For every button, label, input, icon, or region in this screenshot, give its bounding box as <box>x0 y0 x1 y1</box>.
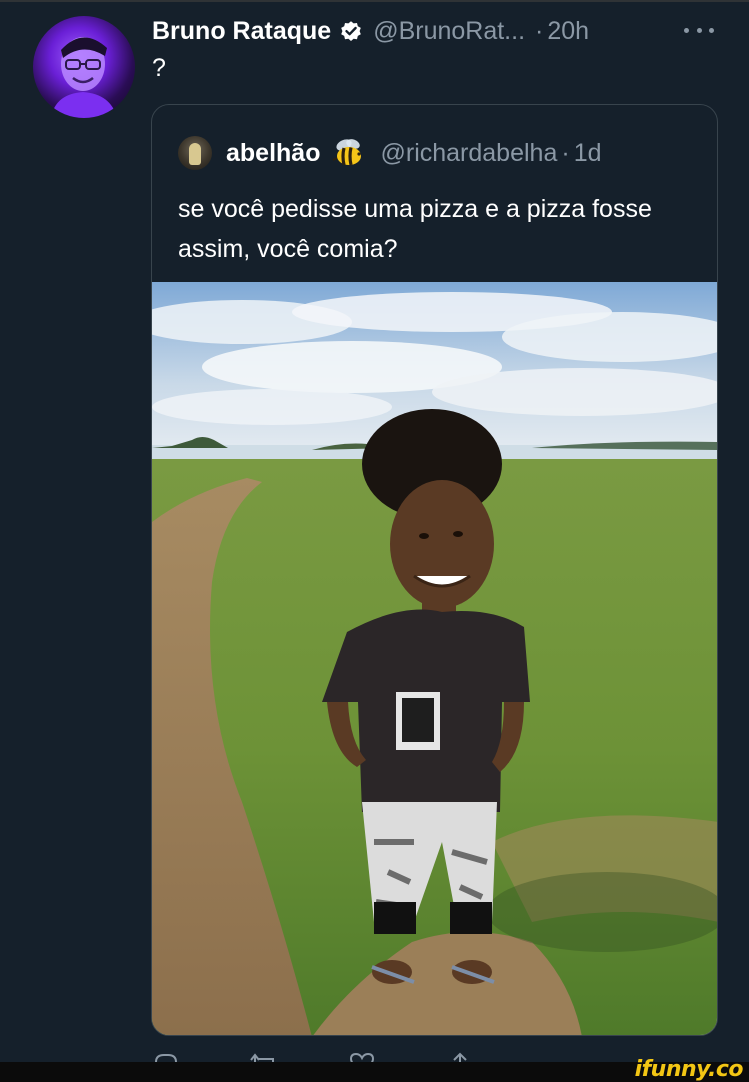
author-name[interactable]: Bruno Rataque <box>152 17 331 46</box>
quote-photo[interactable] <box>152 282 717 1035</box>
tweet-text: ? <box>152 54 166 82</box>
author-avatar[interactable] <box>33 16 135 118</box>
quoted-tweet-card[interactable]: abelhão @richardabelha · 1d se você pedi… <box>151 104 718 1036</box>
verified-badge-icon <box>339 19 363 43</box>
quote-header: abelhão @richardabelha · 1d <box>178 135 602 171</box>
quote-separator: · <box>561 138 570 167</box>
author-handle[interactable]: @BrunoRat... <box>373 17 525 46</box>
header-separator: · <box>535 16 544 45</box>
photo-illustration <box>152 282 717 1035</box>
quote-avatar <box>178 136 212 170</box>
quote-author-handle: @richardabelha <box>380 138 558 167</box>
top-divider <box>0 0 749 2</box>
bee-icon <box>332 138 366 168</box>
ifunny-watermark: ifunny.co <box>634 1057 744 1082</box>
tweet-header: Bruno Rataque @BrunoRat... · 20h <box>152 14 589 48</box>
more-icon[interactable] <box>684 20 714 40</box>
quote-author-name: abelhão <box>226 138 321 167</box>
tweet-time[interactable]: 20h <box>547 17 589 46</box>
quote-time: 1d <box>573 138 602 167</box>
quote-text: se você pedisse uma pizza e a pizza foss… <box>178 195 652 263</box>
avatar-portrait <box>51 37 117 118</box>
